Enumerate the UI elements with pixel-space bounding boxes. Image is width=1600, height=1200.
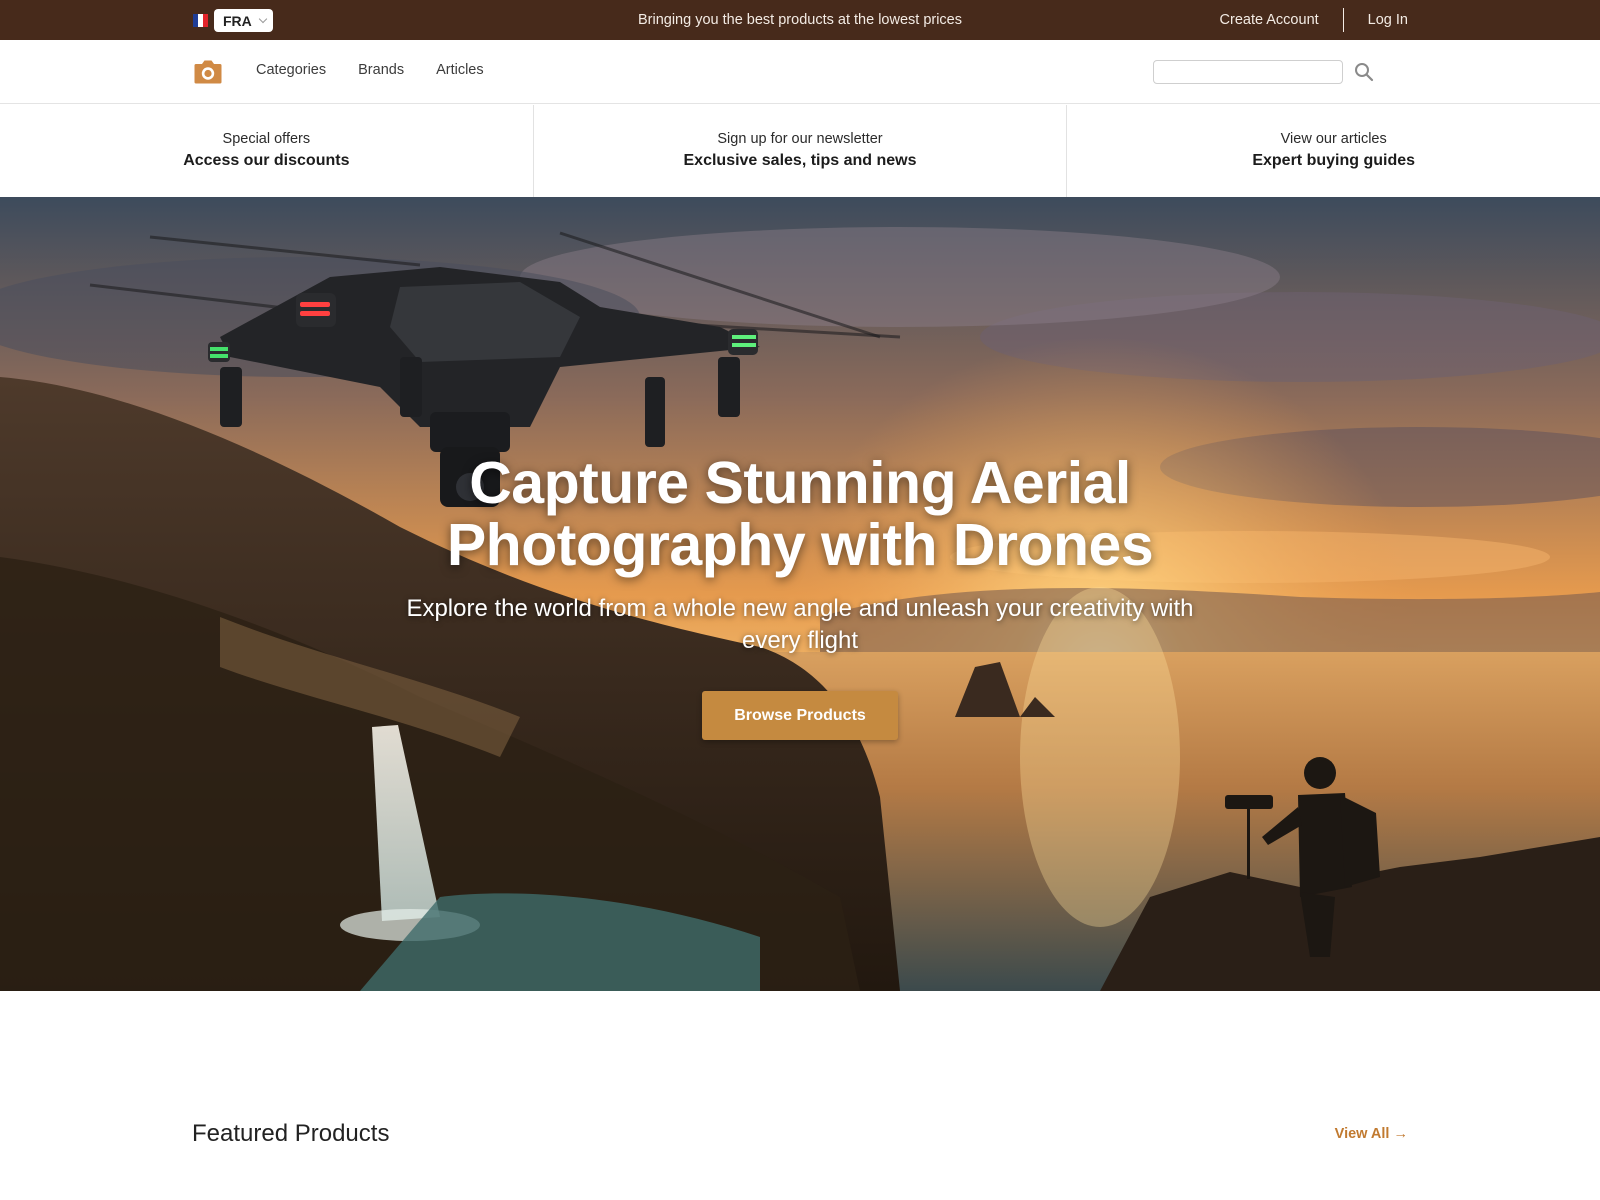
view-all-link[interactable]: View All → [1335, 1126, 1408, 1142]
account-links: Create Account Log In [1220, 0, 1408, 40]
main-navigation: Categories Brands Articles [0, 40, 1600, 104]
hero-title-line-2: Photography with Drones [446, 512, 1154, 578]
hero-title-line-1: Capture Stunning Aerial [469, 450, 1131, 516]
value-prop-heading: Exclusive sales, tips and news [683, 152, 917, 169]
nav-links: Categories Brands Articles [256, 62, 484, 78]
nav-link-brands[interactable]: Brands [358, 62, 404, 78]
value-prop-newsletter[interactable]: Sign up for our newsletter Exclusive sal… [534, 105, 1068, 197]
value-prop-label: View our articles [1280, 131, 1387, 147]
hero-title: Capture Stunning Aerial Photography with… [0, 452, 1600, 576]
log-in-link[interactable]: Log In [1368, 12, 1408, 28]
value-prop-label: Sign up for our newsletter [717, 131, 883, 147]
create-account-link[interactable]: Create Account [1220, 12, 1319, 28]
value-prop-articles[interactable]: View our articles Expert buying guides [1067, 105, 1600, 197]
value-prop-discounts[interactable]: Special offers Access our discounts [0, 105, 534, 197]
hero-banner: Capture Stunning Aerial Photography with… [0, 197, 1600, 991]
nav-link-categories[interactable]: Categories [256, 62, 326, 78]
nav-link-articles[interactable]: Articles [436, 62, 484, 78]
search-icon[interactable] [1354, 62, 1374, 82]
value-props: Special offers Access our discounts Sign… [0, 105, 1600, 197]
featured-products-heading: Featured Products [192, 1120, 390, 1147]
search-input[interactable] [1153, 60, 1343, 84]
value-prop-label: Special offers [222, 131, 311, 147]
divider [1342, 8, 1344, 32]
hero-content: Capture Stunning Aerial Photography with… [0, 452, 1600, 740]
value-prop-heading: Expert buying guides [1252, 152, 1416, 169]
announcement-bar: FRA Bringing you the best products at th… [0, 0, 1600, 40]
value-prop-heading: Access our discounts [183, 152, 350, 169]
camera-icon[interactable] [194, 58, 222, 84]
browse-products-button[interactable]: Browse Products [702, 691, 898, 740]
hero-subtitle: Explore the world from a whole new angle… [406, 595, 1194, 654]
